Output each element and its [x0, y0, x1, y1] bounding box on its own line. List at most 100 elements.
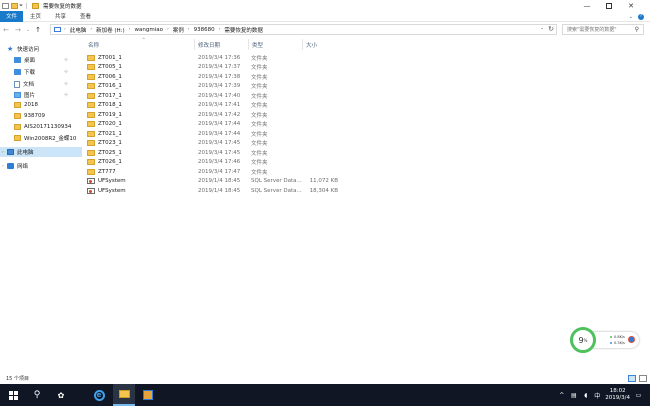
address-dropdown-icon[interactable]: ⌄	[540, 26, 544, 31]
network-tray-icon[interactable]: ▤	[570, 392, 577, 399]
table-row[interactable]: ZT005_1 2019/3/4 17:37 文件夹	[82, 63, 650, 73]
back-button[interactable]: ←	[0, 24, 12, 36]
start-button[interactable]	[2, 384, 24, 406]
table-row[interactable]: ZT025_1 2019/3/4 17:45 文件夹	[82, 148, 650, 158]
search-input[interactable]: 搜索"需要恢复的数据" ⚲	[562, 24, 644, 35]
table-row[interactable]: ZT001_1 2019/3/4 17:36 文件夹	[82, 53, 650, 63]
sidebar-item-2018[interactable]: 2018	[0, 100, 82, 110]
address-row: ← → ⌄ ↑ › 此电脑 › 新加卷 (H:) › wangmiao › 案例…	[0, 22, 650, 37]
pin-icon[interactable]: ⊹	[64, 92, 68, 98]
refresh-icon[interactable]: ↻	[548, 25, 554, 33]
sidebar-item-win2008[interactable]: Win2008R2_金蝶10	[0, 133, 82, 143]
file-name: ZT019_1	[98, 111, 122, 118]
file-date: 2019/3/4 17:47	[198, 168, 241, 175]
file-type: 文件夹	[251, 55, 268, 62]
file-type: 文件夹	[251, 112, 268, 119]
pin-icon[interactable]: ⊹	[64, 81, 68, 87]
details-view-button[interactable]	[628, 375, 636, 382]
picture-icon	[14, 92, 21, 98]
sidebar-item-ais[interactable]: AIS20171130934	[0, 122, 82, 132]
task-view-icon: ✿	[57, 390, 65, 400]
sidebar-item-pictures[interactable]: 图片 ⊹	[0, 90, 82, 100]
table-row[interactable]: ZT018_1 2019/3/4 17:41 文件夹	[82, 101, 650, 111]
sidebar-item-938709[interactable]: 938709	[0, 111, 82, 121]
file-type: 文件夹	[251, 74, 268, 81]
speaker-icon[interactable]: ◖	[582, 392, 589, 399]
quick-access-dropdown-icon[interactable]: ⏷	[19, 3, 23, 9]
sidebar-item-label: 此电脑	[17, 150, 34, 156]
table-row[interactable]: ZT020_1 2019/3/4 17:44 文件夹	[82, 120, 650, 130]
column-header-date[interactable]: 修改日期	[194, 39, 247, 50]
sidebar-item-documents[interactable]: 文档 ⊹	[0, 79, 82, 89]
sql-server-button[interactable]	[137, 384, 159, 406]
column-header-name[interactable]: 名称 ^	[88, 37, 196, 50]
file-date: 2019/3/4 17:37	[198, 64, 241, 71]
database-file-icon	[87, 178, 95, 185]
recent-locations-button[interactable]: ⌄	[24, 24, 32, 36]
file-date: 2019/3/4 17:40	[198, 92, 241, 99]
table-row[interactable]: UFSystem 2019/1/4 18:45 SQL Server Data.…	[82, 177, 650, 187]
breadcrumb-cases[interactable]: 案例	[172, 26, 185, 34]
sidebar-item-downloads[interactable]: 下载 ⊹	[0, 67, 82, 77]
table-row[interactable]: ZT019_1 2019/3/4 17:42 文件夹	[82, 110, 650, 120]
file-date: 2019/3/4 17:46	[198, 159, 241, 166]
folder-icon	[87, 111, 95, 118]
sidebar-item-quick-access[interactable]: ★ 快速访问	[0, 44, 82, 54]
column-header-size[interactable]: 大小	[302, 39, 342, 50]
address-bar[interactable]: › 此电脑 › 新加卷 (H:) › wangmiao › 案例 › 93868…	[50, 24, 557, 35]
tab-share[interactable]: 共享	[48, 11, 73, 22]
minimize-button[interactable]: —	[576, 0, 598, 11]
breadcrumb-wangmiao[interactable]: wangmiao	[133, 27, 163, 33]
file-name-cell: ZT025_1	[87, 149, 122, 156]
notification-icon[interactable]: ▭	[635, 392, 642, 399]
help-icon[interactable]: ?	[638, 13, 644, 20]
sort-icon: ^	[142, 37, 146, 42]
breadcrumb-this-pc[interactable]: 此电脑	[69, 26, 88, 34]
up-button[interactable]: ↑	[32, 24, 44, 36]
table-row[interactable]: ZT006_1 2019/3/4 17:38 文件夹	[82, 72, 650, 82]
table-row[interactable]: UFSystem 2019/1/4 18:45 SQL Server Data.…	[82, 186, 650, 196]
input-method-indicator[interactable]: 中	[594, 391, 600, 400]
sidebar-item-desktop[interactable]: 桌面 ⊹	[0, 55, 82, 65]
sidebar-item-this-pc[interactable]: › 此电脑	[0, 147, 82, 157]
large-icons-view-button[interactable]	[639, 375, 647, 382]
file-type: SQL Server Data...	[251, 187, 302, 194]
file-date: 2019/3/4 17:44	[198, 121, 241, 128]
new-folder-icon[interactable]	[11, 2, 18, 9]
forward-button[interactable]: →	[12, 24, 24, 36]
close-button[interactable]: ✕	[620, 0, 642, 11]
tray-chevron-icon[interactable]: ^	[558, 392, 565, 399]
properties-icon[interactable]	[2, 2, 9, 9]
file-explorer-button[interactable]	[113, 384, 135, 406]
pin-icon[interactable]: ⊹	[64, 57, 68, 63]
column-header-type[interactable]: 类型	[248, 39, 301, 50]
taskbar-search-button[interactable]: ⚲	[26, 384, 48, 406]
file-type: SQL Server Data...	[251, 178, 302, 185]
search-icon: ⚲	[634, 26, 639, 33]
tab-file[interactable]: 文件	[0, 10, 24, 22]
file-name: ZT001_1	[98, 54, 122, 61]
maximize-button[interactable]	[598, 0, 620, 11]
table-row[interactable]: ZT777 2019/3/4 17:47 文件夹	[82, 167, 650, 177]
breadcrumb-separator: ›	[64, 27, 66, 32]
file-type: 文件夹	[251, 84, 268, 91]
table-row[interactable]: ZT021_1 2019/3/4 17:44 文件夹	[82, 129, 650, 139]
task-view-button[interactable]: ✿	[50, 384, 72, 406]
tab-view[interactable]: 查看	[73, 11, 98, 22]
clock[interactable]: 18:02 2019/3/4	[605, 388, 630, 402]
breadcrumb-drive[interactable]: 新加卷 (H:)	[95, 26, 126, 34]
breadcrumb-separator: ›	[128, 27, 131, 32]
breadcrumb-current[interactable]: 需要恢复的数据	[223, 26, 264, 34]
internet-explorer-button[interactable]: e	[88, 384, 110, 406]
table-row[interactable]: ZT017_1 2019/3/4 17:40 文件夹	[82, 91, 650, 101]
pin-icon[interactable]: ⊹	[64, 69, 68, 75]
network-monitor-widget[interactable]: 0.8K/s 0.3K/s 9%	[570, 327, 640, 353]
table-row[interactable]: ZT023_1 2019/3/4 17:45 文件夹	[82, 139, 650, 149]
tab-home[interactable]: 主页	[23, 11, 48, 22]
breadcrumb-938680[interactable]: 938680	[193, 27, 216, 33]
sidebar-item-label: 桌面	[24, 58, 36, 64]
sidebar-item-network[interactable]: › 网络	[0, 161, 82, 171]
table-row[interactable]: ZT016_1 2019/3/4 17:39 文件夹	[82, 82, 650, 92]
table-row[interactable]: ZT026_1 2019/3/4 17:46 文件夹	[82, 158, 650, 168]
ribbon-collapse-icon[interactable]: ⌄	[629, 14, 633, 20]
